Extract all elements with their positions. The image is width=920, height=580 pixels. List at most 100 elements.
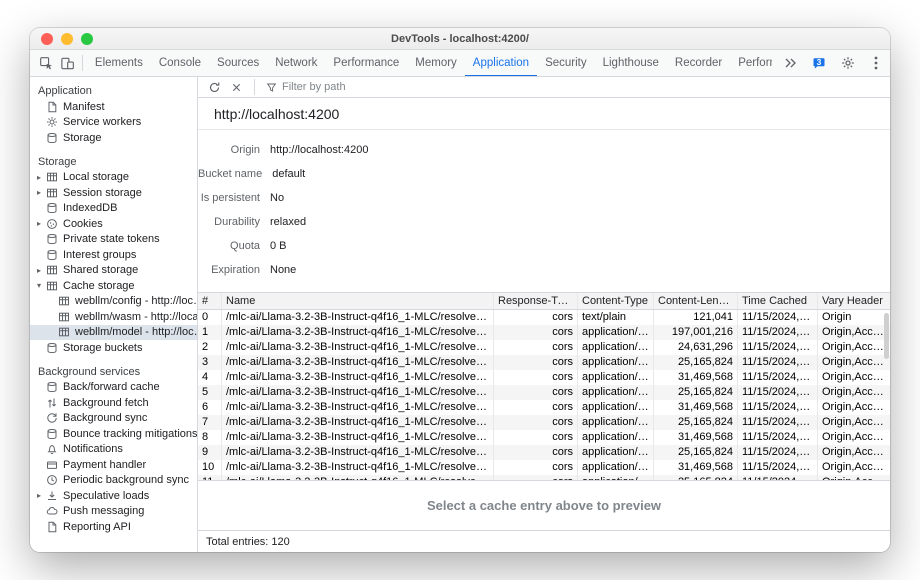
tab-label: Performance insights (738, 57, 772, 69)
cloud-icon (46, 505, 58, 517)
device-toolbar-icon[interactable] (57, 51, 78, 75)
sidebar-item-back-forward-cache[interactable]: Back/forward cache (30, 380, 197, 396)
chevron-right-icon[interactable]: ▸ (35, 188, 43, 197)
sidebar-item-storage[interactable]: Storage (30, 130, 197, 146)
close-window-button[interactable] (41, 33, 53, 45)
table-row[interactable]: 11/mlc-ai/Llama-3.2-3B-Instruct-q4f16_1-… (198, 475, 890, 480)
cell-time-cached: 11/15/2024, 10… (738, 475, 818, 480)
tab-elements[interactable]: Elements (87, 50, 151, 77)
sidebar-item-cache-storage[interactable]: ▾ Cache storage (30, 278, 197, 294)
sidebar-item-shared-storage[interactable]: ▸Shared storage (30, 263, 197, 279)
sidebar-item-cookies[interactable]: ▸Cookies (30, 216, 197, 232)
tab-sources[interactable]: Sources (209, 50, 267, 77)
column-header-content-type[interactable]: Content-Type (578, 293, 654, 309)
sidebar-item-local-storage[interactable]: ▸Local storage (30, 170, 197, 186)
column-header-time-cached[interactable]: Time Cached (738, 293, 818, 309)
chevron-right-icon[interactable]: ▸ (35, 266, 43, 275)
sidebar-item-notifications[interactable]: Notifications (30, 442, 197, 458)
cell-time-cached: 11/15/2024, 10… (738, 445, 818, 460)
table-row[interactable]: 10/mlc-ai/Llama-3.2-3B-Instruct-q4f16_1-… (198, 460, 890, 475)
refresh-icon[interactable] (206, 79, 222, 95)
cell-content-type: application/oc… (578, 400, 654, 415)
toolbar-right: 3 (778, 51, 884, 75)
cell-num: 5 (198, 385, 222, 400)
sidebar-item-push-messaging[interactable]: Push messaging (30, 504, 197, 520)
column-header-name[interactable]: Name (222, 293, 494, 309)
zoom-window-button[interactable] (81, 33, 93, 45)
metadata-label: Bucket name (198, 168, 262, 180)
metadata-row-is-persistent: Is persistentNo (198, 186, 890, 210)
database-icon (46, 381, 58, 393)
sidebar-item-periodic-background-sync[interactable]: Periodic background sync (30, 473, 197, 489)
chevron-right-icon[interactable]: ▸ (35, 219, 43, 228)
sidebar-item-background-sync[interactable]: Background sync (30, 411, 197, 427)
sidebar-item-payment-handler[interactable]: Payment handler (30, 457, 197, 473)
chevron-down-icon[interactable]: ▾ (35, 281, 43, 290)
cell-content-type: text/plain (578, 310, 654, 325)
sidebar-item-interest-groups[interactable]: Interest groups (30, 247, 197, 263)
tab-network[interactable]: Network (267, 50, 325, 77)
titlebar[interactable]: DevTools - localhost:4200/ (30, 28, 890, 50)
column-header-num[interactable]: # (198, 293, 222, 309)
sidebar-item-service-workers[interactable]: Service workers (30, 115, 197, 131)
cell-content-type: application/oc… (578, 385, 654, 400)
settings-gear-icon[interactable] (836, 51, 860, 75)
table-row[interactable]: 0/mlc-ai/Llama-3.2-3B-Instruct-q4f16_1-M… (198, 310, 890, 325)
tab-memory[interactable]: Memory (407, 50, 465, 77)
sidebar-item-webllm-wasm-http-loca[interactable]: webllm/wasm - http://loca… (30, 309, 197, 325)
tab-performance[interactable]: Performance (325, 50, 407, 77)
table-row[interactable]: 3/mlc-ai/Llama-3.2-3B-Instruct-q4f16_1-M… (198, 355, 890, 370)
column-header-vary-header[interactable]: Vary Header (818, 293, 890, 309)
tab-application[interactable]: Application (465, 50, 537, 77)
sidebar-item-reporting-api[interactable]: Reporting API (30, 519, 197, 535)
tab-performance-insights[interactable]: Performance insights (730, 50, 772, 77)
table-row[interactable]: 8/mlc-ai/Llama-3.2-3B-Instruct-q4f16_1-M… (198, 430, 890, 445)
more-tabs-icon[interactable] (778, 51, 802, 75)
sidebar-item-bounce-tracking-mitigations[interactable]: Bounce tracking mitigations (30, 426, 197, 442)
inspect-element-icon[interactable] (36, 51, 57, 75)
tab-console[interactable]: Console (151, 50, 209, 77)
sidebar-item-private-state-tokens[interactable]: Private state tokens (30, 232, 197, 248)
tab-lighthouse[interactable]: Lighthouse (595, 50, 667, 77)
sidebar-item-label: Cache storage (63, 280, 135, 292)
tab-security[interactable]: Security (537, 50, 595, 77)
sidebar-item-indexeddb[interactable]: IndexedDB (30, 201, 197, 217)
delete-selected-icon[interactable] (229, 80, 243, 94)
filter-by-path-input[interactable]: Filter by path (266, 81, 346, 93)
cell-content-type: application/oc… (578, 370, 654, 385)
sidebar-item-manifest[interactable]: Manifest (30, 99, 197, 115)
database-icon (46, 342, 58, 354)
tab-label: Console (159, 57, 201, 69)
table-row[interactable]: 4/mlc-ai/Llama-3.2-3B-Instruct-q4f16_1-M… (198, 370, 890, 385)
table-row[interactable]: 6/mlc-ai/Llama-3.2-3B-Instruct-q4f16_1-M… (198, 400, 890, 415)
table-icon (46, 187, 58, 199)
sidebar-item-label: Private state tokens (63, 233, 160, 245)
table-row[interactable]: 2/mlc-ai/Llama-3.2-3B-Instruct-q4f16_1-M… (198, 340, 890, 355)
table-row[interactable]: 1/mlc-ai/Llama-3.2-3B-Instruct-q4f16_1-M… (198, 325, 890, 340)
column-header-content-length[interactable]: Content-Length (654, 293, 738, 309)
metadata-row-origin: Originhttp://localhost:4200 (198, 138, 890, 162)
devtools-content: ApplicationManifestService workersStorag… (30, 77, 890, 552)
card-icon (46, 459, 58, 471)
more-options-icon[interactable] (870, 51, 882, 75)
sidebar-item-webllm-model-http-loc[interactable]: webllm/model - http://loc… (30, 325, 197, 341)
cell-content-type: application/oc… (578, 475, 654, 480)
sidebar-item-session-storage[interactable]: ▸Session storage (30, 185, 197, 201)
messages-badge[interactable]: 3 (812, 57, 826, 70)
sidebar-item-webllm-config-http-loc[interactable]: webllm/config - http://loc… (30, 294, 197, 310)
chevron-right-icon[interactable]: ▸ (35, 491, 43, 500)
sidebar-item-label: Periodic background sync (63, 474, 189, 486)
sidebar-item-background-fetch[interactable]: Background fetch (30, 395, 197, 411)
table-scrollbar[interactable] (884, 313, 889, 359)
table-row[interactable]: 5/mlc-ai/Llama-3.2-3B-Instruct-q4f16_1-M… (198, 385, 890, 400)
column-header-response-type[interactable]: Response-Type (494, 293, 578, 309)
database-icon (46, 202, 58, 214)
table-row[interactable]: 9/mlc-ai/Llama-3.2-3B-Instruct-q4f16_1-M… (198, 445, 890, 460)
cell-name: /mlc-ai/Llama-3.2-3B-Instruct-q4f16_1-ML… (222, 415, 494, 430)
sidebar-item-speculative-loads[interactable]: ▸Speculative loads (30, 488, 197, 504)
chevron-right-icon[interactable]: ▸ (35, 173, 43, 182)
sidebar-item-storage-buckets[interactable]: Storage buckets (30, 340, 197, 356)
table-row[interactable]: 7/mlc-ai/Llama-3.2-3B-Instruct-q4f16_1-M… (198, 415, 890, 430)
minimize-window-button[interactable] (61, 33, 73, 45)
tab-recorder[interactable]: Recorder (667, 50, 730, 77)
